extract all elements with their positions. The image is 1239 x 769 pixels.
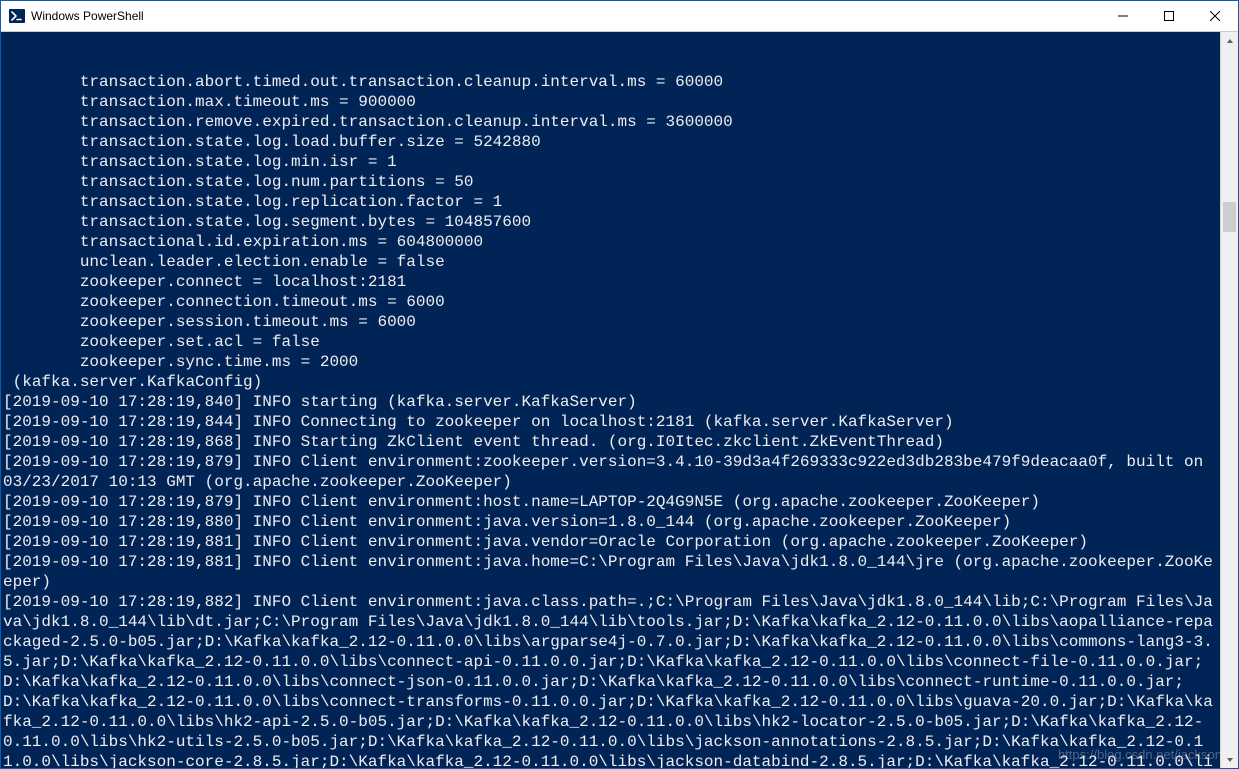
client-area: transaction.abort.timed.out.transaction.…: [1, 32, 1238, 768]
powershell-icon: [9, 8, 25, 24]
console-text: transaction.abort.timed.out.transaction.…: [3, 72, 1218, 768]
close-button[interactable]: [1192, 1, 1238, 31]
vertical-scrollbar[interactable]: [1220, 32, 1238, 768]
powershell-window: Windows PowerShell transaction.abort.tim…: [0, 0, 1239, 769]
scroll-down-button[interactable]: [1221, 751, 1238, 768]
window-title: Windows PowerShell: [31, 9, 144, 23]
console-output[interactable]: transaction.abort.timed.out.transaction.…: [1, 32, 1220, 768]
minimize-button[interactable]: [1100, 1, 1146, 31]
scroll-up-button[interactable]: [1221, 32, 1238, 49]
scroll-thumb[interactable]: [1223, 202, 1236, 232]
maximize-button[interactable]: [1146, 1, 1192, 31]
titlebar[interactable]: Windows PowerShell: [1, 1, 1238, 32]
